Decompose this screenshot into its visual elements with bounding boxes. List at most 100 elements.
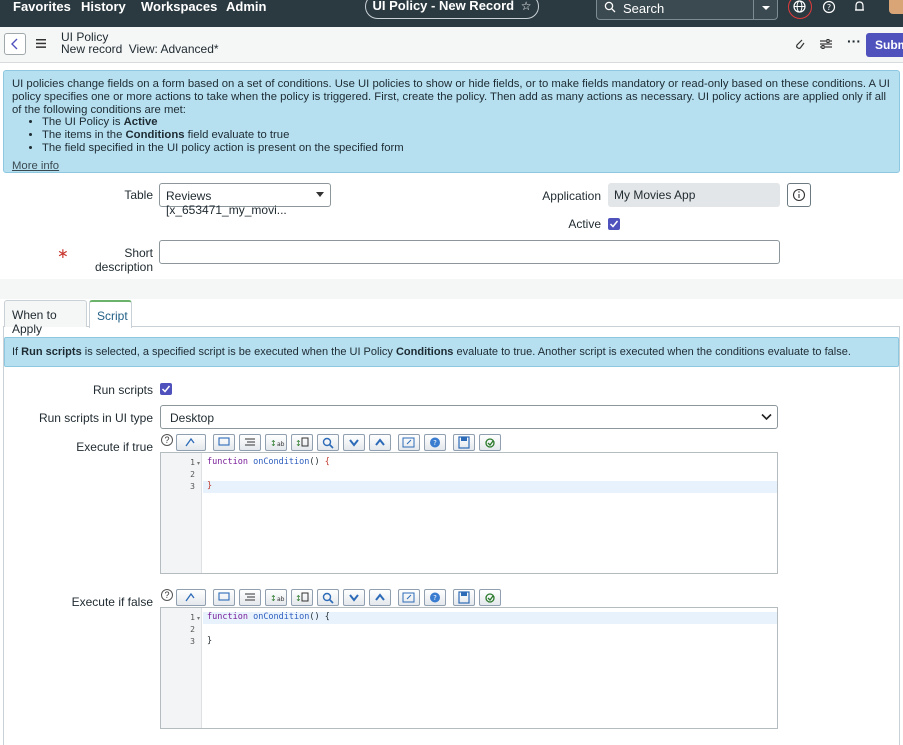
back-button[interactable] [4,33,26,55]
find-previous-icon[interactable] [369,434,391,451]
menu-admin[interactable]: Admin [226,0,266,14]
code-line: } [207,636,213,646]
line-number: 2 [190,470,195,479]
list-item: The field specified in the UI policy act… [42,142,891,155]
tab-when-to-apply[interactable]: When to Apply [4,300,87,336]
format-code-icon[interactable] [239,434,261,451]
editor-toolbar: ↕ ab ↕ ? [176,434,506,452]
view-name: View: Advanced* [128,42,219,56]
form-header: UI Policy New record View: Advanced* ···… [0,27,903,63]
info-icon [792,188,806,202]
run-scripts-checkbox[interactable] [160,383,172,395]
help-icon[interactable]: ? [161,589,173,601]
line-number: 2 [190,625,195,634]
ui-type-value: Desktop [170,411,215,425]
globe-icon[interactable] [788,0,812,19]
more-info-link[interactable]: More info [12,160,891,173]
form-subtitle: New record View: Advanced* [61,43,219,55]
more-options-icon[interactable]: ··· [847,33,861,49]
help-icon[interactable]: ? [819,0,843,19]
record-state: New record [61,42,123,56]
svg-text:?: ? [827,3,831,12]
record-title: UI Policy - New Record [372,0,515,13]
find-next-icon[interactable] [343,434,365,451]
active-checkbox[interactable] [608,218,620,230]
comment-icon[interactable] [213,434,235,451]
replace-icon[interactable]: ↕ ab [265,434,287,451]
fullscreen-icon[interactable] [398,434,420,451]
table-select[interactable]: Reviews [x_653471_my_movi... [159,183,331,217]
line-number: 1 [190,458,195,467]
submit-button[interactable]: Subm [866,33,903,57]
toggle-syntax-icon[interactable] [176,589,206,606]
chevron-left-icon [11,38,18,50]
code-line: function onCondition() { [207,457,330,467]
application-value: My Movies App [614,188,696,202]
active-line-highlight [203,481,777,493]
short-description-label: Short description [94,246,153,274]
ui-type-select[interactable]: Desktop [160,405,778,429]
fullscreen-icon[interactable] [398,589,420,606]
replace-all-icon[interactable]: ↕ [291,434,313,451]
caret-down-icon [316,192,324,197]
code-line: function onCondition() { [207,612,330,622]
script-help-icon[interactable]: ? [424,589,446,606]
application-info-button[interactable] [787,183,811,207]
paperclip-icon[interactable] [793,37,807,51]
hamburger-menu-icon[interactable] [36,39,46,48]
search-label: Search [623,1,665,16]
svg-text:ab: ab [277,441,285,448]
comment-icon[interactable] [213,589,235,606]
svg-text:↕: ↕ [270,594,277,603]
required-marker-icon: ∗ [57,245,69,261]
menu-workspaces[interactable]: Workspaces [141,0,217,14]
save-icon[interactable] [453,589,475,606]
search-scope-dropdown[interactable] [753,0,777,19]
replace-all-icon[interactable]: ↕ [291,589,313,606]
record-title-pill[interactable]: UI Policy - New Record ☆ [365,0,539,19]
find-next-icon[interactable] [343,589,365,606]
global-search[interactable]: Search [596,0,778,20]
syntax-check-icon[interactable] [479,589,501,606]
format-code-icon[interactable] [239,589,261,606]
execute-true-label: Execute if true [76,440,153,454]
line-number: 1 [190,613,195,622]
search-icon[interactable] [317,434,339,451]
svg-text:↕: ↕ [270,439,277,448]
script-editor-true[interactable]: 1 ▾ 2 3 function onCondition() { } [160,452,778,574]
execute-false-label: Execute if false [71,595,153,609]
short-description-input[interactable] [159,240,780,264]
svg-text:?: ? [433,439,437,447]
list-item: The UI Policy is Active [42,116,891,129]
checkmark-icon [609,220,619,228]
line-number: 3 [190,482,195,491]
menu-history[interactable]: History [81,0,126,14]
code-line: } [207,481,213,491]
table-label: Table [124,188,153,202]
list-item: The items in the Conditions field evalua… [42,129,891,142]
syntax-check-icon[interactable] [479,434,501,451]
help-icon[interactable]: ? [161,434,173,446]
tab-script[interactable]: Script [89,300,132,328]
settings-sliders-icon[interactable] [819,37,833,51]
svg-text:ab: ab [277,596,285,603]
star-icon[interactable]: ☆ [521,0,532,13]
find-previous-icon[interactable] [369,589,391,606]
line-number: 3 [190,637,195,646]
fold-arrow-icon[interactable]: ▾ [197,615,200,622]
fold-arrow-icon[interactable]: ▾ [197,460,200,467]
script-help-icon[interactable]: ? [424,434,446,451]
search-icon[interactable] [317,589,339,606]
application-label: Application [542,189,601,203]
menu-favorites[interactable]: Favorites [13,0,71,14]
replace-icon[interactable]: ↕ ab [265,589,287,606]
info-banner-text: UI policies change fields on a form base… [12,78,890,116]
table-select-value: Reviews [x_653471_my_movi... [166,189,287,217]
avatar[interactable] [889,0,903,14]
save-icon[interactable] [453,434,475,451]
toggle-syntax-icon[interactable] [176,434,206,451]
bell-icon[interactable] [849,0,873,19]
script-editor-false[interactable]: 1 ▾ 2 3 function onCondition() { } [160,607,778,729]
info-banner: UI policies change fields on a form base… [3,70,900,173]
search-icon [604,1,616,13]
